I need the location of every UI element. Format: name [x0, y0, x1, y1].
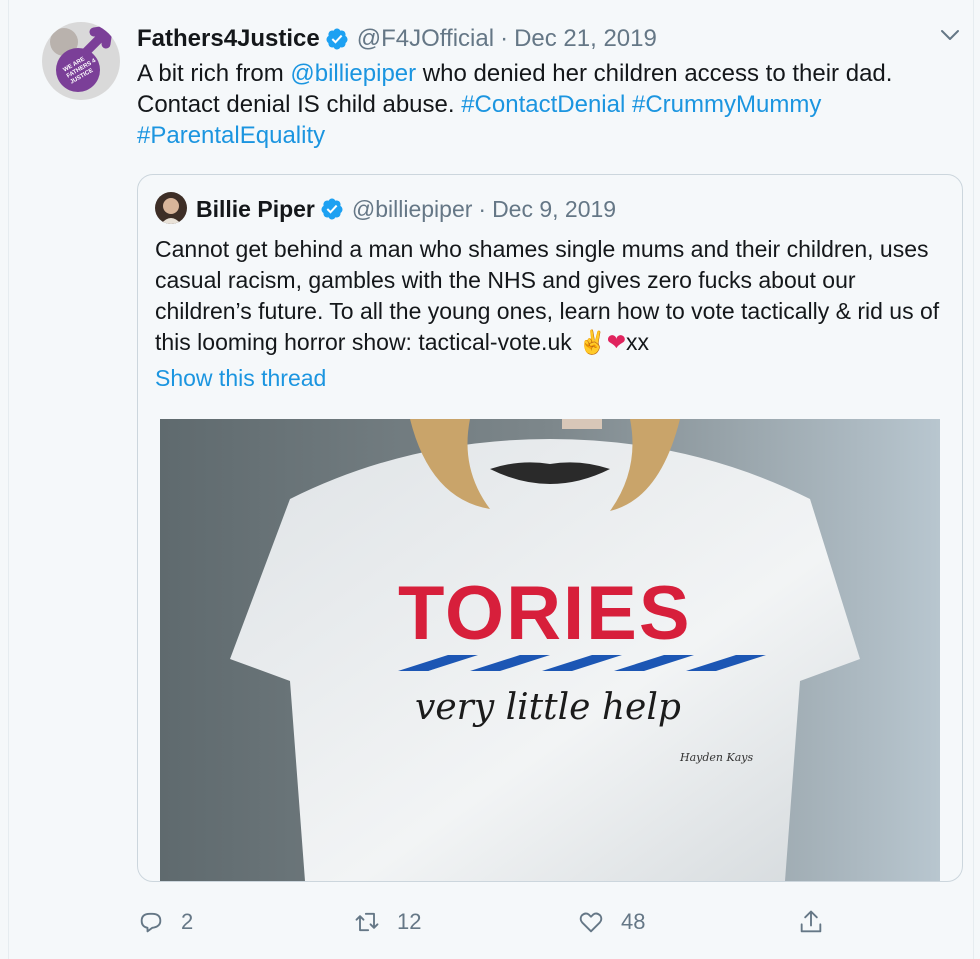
quote-text-tail: xx: [626, 329, 650, 355]
tweet-date[interactable]: Dec 21, 2019: [514, 25, 657, 53]
mention-link[interactable]: @billiepiper: [290, 60, 416, 87]
hashtag-link-crummymummy[interactable]: #CrummyMummy: [632, 91, 821, 118]
shirt-tagline-text: very little help: [415, 687, 681, 728]
separator-dot: ·: [500, 25, 509, 52]
billie-piper-avatar-image: [155, 192, 187, 224]
tweet-card[interactable]: WE ARE FATHERS 4 JUSTICE Fathers4Justice…: [8, 0, 974, 959]
quote-text: Cannot get behind a man who shames singl…: [155, 234, 955, 358]
reply-count: 2: [181, 909, 194, 934]
quote-author-avatar[interactable]: [155, 192, 187, 224]
fathers4justice-logo: WE ARE FATHERS 4 JUSTICE: [42, 22, 120, 100]
victory-emoji: ✌: [578, 329, 607, 355]
quote-author-name[interactable]: Billie Piper: [196, 196, 315, 223]
chevron-down-icon[interactable]: [937, 24, 963, 46]
like-icon: [579, 912, 603, 933]
shirt-brand-text: TORIES: [398, 571, 692, 656]
shirt-signature-text: Hayden Kays: [679, 751, 753, 764]
share-button[interactable]: [797, 900, 841, 944]
author-handle[interactable]: @F4JOfficial: [357, 25, 494, 53]
quote-author-handle[interactable]: @billiepiper: [352, 196, 473, 223]
tweet-text: A bit rich from @billiepiper who denied …: [137, 58, 937, 151]
quote-date[interactable]: Dec 9, 2019: [492, 196, 616, 223]
reply-icon: [140, 912, 162, 933]
tshirt-photo: TORIES very little help Hayden Kays: [160, 419, 940, 881]
hashtag-link-parentalequality[interactable]: #ParentalEquality: [137, 122, 325, 149]
like-button[interactable]: 48: [577, 900, 645, 944]
tweet-header: Fathers4Justice @F4JOfficial · Dec 21, 2…: [137, 24, 657, 54]
tweet-actions: 2 12 48: [137, 900, 837, 944]
verified-badge-icon: [326, 28, 348, 50]
author-avatar[interactable]: WE ARE FATHERS 4 JUSTICE: [42, 22, 120, 100]
reply-button[interactable]: 2: [137, 900, 193, 944]
quote-media-image[interactable]: TORIES very little help Hayden Kays: [160, 419, 940, 881]
quote-header: Billie Piper @billiepiper · Dec 9, 2019: [196, 195, 616, 223]
retweet-count: 12: [397, 909, 422, 934]
show-thread-link[interactable]: Show this thread: [155, 365, 326, 392]
retweet-button[interactable]: 12: [353, 900, 421, 944]
author-name[interactable]: Fathers4Justice: [137, 25, 320, 53]
tweet-text-part1: A bit rich from: [137, 60, 291, 87]
quoted-tweet[interactable]: Billie Piper @billiepiper · Dec 9, 2019 …: [137, 174, 963, 882]
heart-emoji: ❤: [606, 329, 627, 355]
hashtag-link-contactdenial[interactable]: #ContactDenial: [461, 91, 625, 118]
like-count: 48: [621, 909, 646, 934]
verified-badge-icon: [321, 198, 343, 220]
quote-text-body: Cannot get behind a man who shames singl…: [155, 236, 940, 355]
retweet-icon: [355, 912, 379, 932]
share-icon: [800, 910, 822, 933]
separator-dot: ·: [478, 195, 487, 222]
